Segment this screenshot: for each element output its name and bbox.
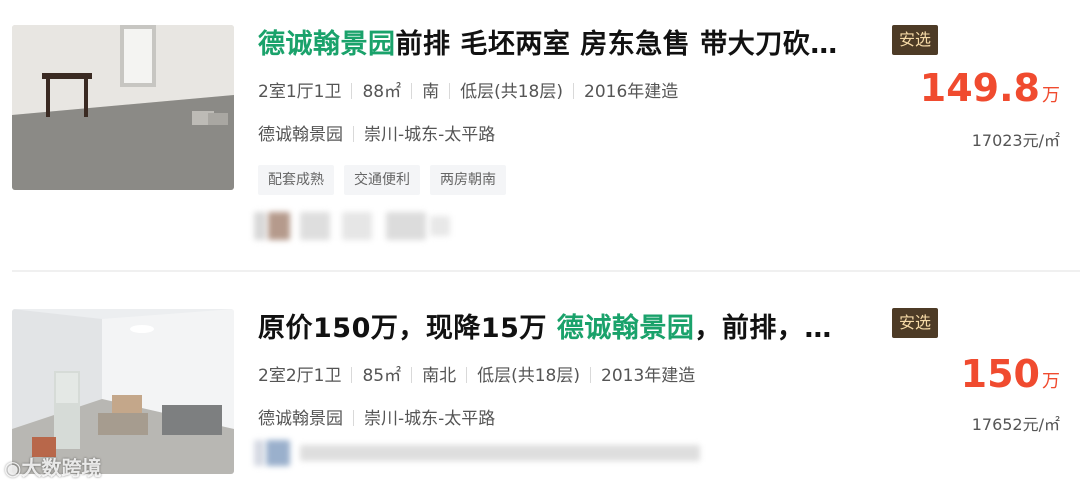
community-link[interactable]: 德诚翰景园 xyxy=(258,125,343,145)
size: 88㎡ xyxy=(362,82,402,102)
anxuan-badge: 安选 xyxy=(892,25,938,55)
title-highlight: 德诚翰景园 xyxy=(556,313,695,344)
listing-info: 2室1厅1卫 88㎡南低层(共18层) 2016年建造 xyxy=(258,77,678,102)
listing-address: 德诚翰景园 崇川-城东-太平路 xyxy=(258,120,495,145)
listing-photo[interactable] xyxy=(12,309,234,474)
listing-card[interactable]: 原价150万，现降15万 德诚翰景园，前排，… 安选 2室2厅1卫 85㎡ 南北 低层… xyxy=(0,272,1080,484)
tag: 交通便利 xyxy=(344,165,420,195)
listing-photo[interactable] xyxy=(12,25,234,190)
room-photo-image xyxy=(12,309,234,474)
agent-info-blurred xyxy=(254,440,700,466)
title-prefix: 原价150万，现降15万 xyxy=(258,313,557,344)
tag: 两房朝南 xyxy=(430,165,506,195)
price-value: 150 xyxy=(960,352,1040,396)
orientation: 南 xyxy=(422,82,440,102)
watermark-logo-icon: ◉ xyxy=(4,456,22,480)
anxuan-badge: 安选 xyxy=(892,308,938,338)
watermark-text: 大数跨境 xyxy=(21,456,102,480)
listing-address: 德诚翰景园 崇川-城东-太平路 xyxy=(258,404,495,429)
total-price: 149.8 万 xyxy=(920,66,1060,110)
tag-list: 配套成熟 交通便利 两房朝南 xyxy=(258,165,506,195)
room-photo-image xyxy=(12,25,234,190)
orientation: 南北 xyxy=(422,366,457,386)
listing-title[interactable]: 德诚翰景园前排 毛坯两室 房东急售 带大刀砍… xyxy=(258,22,838,61)
build-year: 2016年建造 xyxy=(584,82,679,102)
floor: 低层(共18层) xyxy=(460,82,563,102)
title-text: 前排 毛坯两室 房东急售 带大刀砍… xyxy=(395,29,838,60)
title-text: ，前排，… xyxy=(694,313,832,344)
area-link[interactable]: 崇川-城东-太平路 xyxy=(364,409,495,429)
agent-info-blurred xyxy=(254,212,450,240)
watermark: ◉大数跨境 xyxy=(4,452,101,481)
listing-title[interactable]: 原价150万，现降15万 德诚翰景园，前排，… xyxy=(258,306,832,345)
tag: 配套成熟 xyxy=(258,165,334,195)
price-value: 149.8 xyxy=(919,66,1040,110)
unit-price: 17652元/㎡ xyxy=(971,415,1060,434)
total-price: 150 万 xyxy=(961,352,1060,396)
title-highlight: 德诚翰景园 xyxy=(258,29,396,60)
listing-card[interactable]: 德诚翰景园前排 毛坯两室 房东急售 带大刀砍… 安选 2室1厅1卫 88㎡南低层(… xyxy=(0,0,1080,270)
layout: 2室2厅1卫 xyxy=(258,366,342,386)
community-link[interactable]: 德诚翰景园 xyxy=(258,409,343,429)
size: 85㎡ xyxy=(362,366,402,386)
area-link[interactable]: 崇川-城东-太平路 xyxy=(364,125,495,145)
price-unit: 万 xyxy=(1042,371,1060,392)
price-unit: 万 xyxy=(1042,85,1060,106)
layout: 2室1厅1卫 xyxy=(258,82,342,102)
build-year: 2013年建造 xyxy=(601,366,696,386)
unit-price: 17023元/㎡ xyxy=(971,131,1060,150)
floor: 低层(共18层) xyxy=(477,366,580,386)
listing-info: 2室2厅1卫 85㎡ 南北 低层(共18层) 2013年建造 xyxy=(258,361,695,386)
